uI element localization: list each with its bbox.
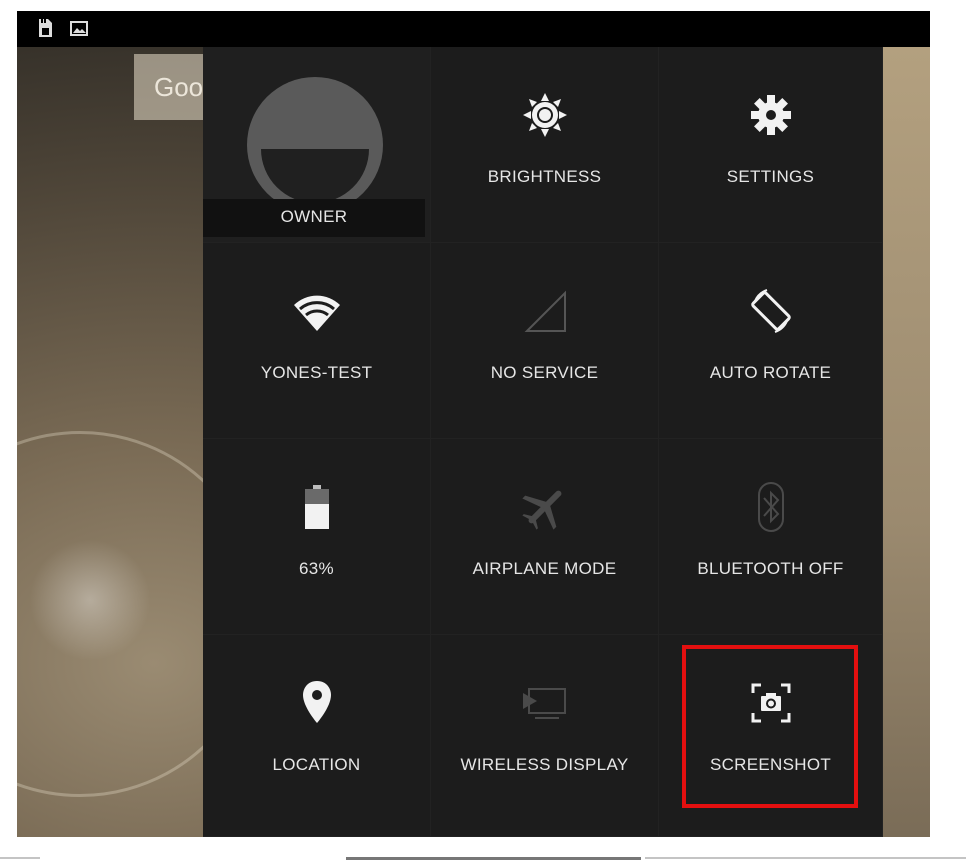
avatar-icon xyxy=(247,77,383,213)
tile-owner-label: OWNER xyxy=(280,207,348,226)
tile-mobile-data[interactable]: NO SERVICE xyxy=(431,243,659,439)
status-bar xyxy=(17,11,930,47)
image-icon xyxy=(70,21,88,36)
tile-airplane-mode-label: AIRPLANE MODE xyxy=(472,559,617,578)
tile-location-label: LOCATION xyxy=(272,755,361,774)
tile-location[interactable]: LOCATION xyxy=(203,635,431,837)
tile-bluetooth[interactable]: BLUETOOTH OFF xyxy=(659,439,883,635)
tile-auto-rotate-label: AUTO ROTATE xyxy=(709,363,832,382)
tile-wireless-display-label: WIRELESS DISPLAY xyxy=(460,755,629,774)
tile-wifi[interactable]: YONES-TEST xyxy=(203,243,431,439)
screenshot-highlight-frame xyxy=(682,645,858,808)
sd-card-icon xyxy=(39,19,52,37)
tile-battery-label: 63% xyxy=(299,559,334,578)
gear-icon xyxy=(750,95,791,135)
tile-brightness[interactable]: BRIGHTNESS xyxy=(431,47,659,243)
tile-auto-rotate[interactable]: AUTO ROTATE xyxy=(659,243,883,439)
cast-icon xyxy=(522,688,566,719)
signal-icon xyxy=(524,290,566,332)
battery-icon xyxy=(304,485,329,529)
tile-mobile-data-label: NO SERVICE xyxy=(490,363,599,382)
device-screen: Goo OWNER BRIGHTNESS SETTINGS YONES-TEST… xyxy=(17,11,930,837)
tile-battery[interactable]: 63% xyxy=(203,439,431,635)
tile-settings[interactable]: SETTINGS xyxy=(659,47,883,243)
brightness-icon xyxy=(522,93,567,137)
tile-airplane-mode[interactable]: AIRPLANE MODE xyxy=(431,439,659,635)
airplane-icon xyxy=(521,490,561,530)
tile-owner[interactable]: OWNER xyxy=(203,47,431,243)
bluetooth-icon xyxy=(757,482,784,532)
tile-brightness-label: BRIGHTNESS xyxy=(487,167,602,186)
tile-settings-label: SETTINGS xyxy=(726,167,815,186)
tile-wifi-label: YONES-TEST xyxy=(260,363,373,382)
location-pin-icon xyxy=(302,681,331,723)
wallpaper-edge xyxy=(880,47,930,837)
tile-bluetooth-label: BLUETOOTH OFF xyxy=(697,559,844,578)
wifi-icon xyxy=(293,295,340,331)
tile-wireless-display[interactable]: WIRELESS DISPLAY xyxy=(431,635,659,837)
bottom-edge xyxy=(0,857,966,860)
rotate-icon xyxy=(750,289,791,333)
